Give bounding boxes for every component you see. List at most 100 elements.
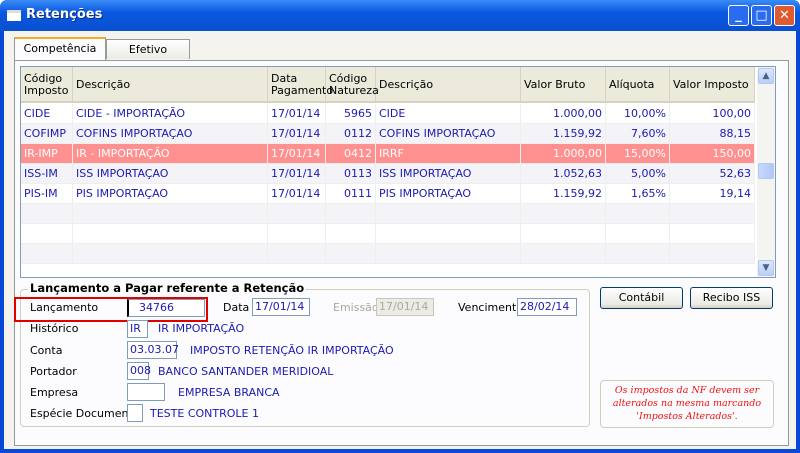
table-cell: 19,14	[670, 184, 755, 204]
column-header[interactable]: Alíquota	[606, 67, 670, 103]
table-cell: 7,60%	[606, 124, 670, 144]
table-cell	[73, 204, 268, 224]
empresa-desc: EMPRESA BRANCA	[178, 386, 280, 399]
table-cell: 17/01/14	[268, 124, 326, 144]
table-cell: 52,63	[670, 164, 755, 184]
scroll-up-icon[interactable]: ▲	[758, 68, 774, 84]
table-cell	[521, 244, 606, 264]
title-bar[interactable]: Retenções _ □ ✕	[0, 0, 800, 31]
table-cell	[326, 244, 376, 264]
table-cell	[606, 224, 670, 244]
window-icon	[7, 10, 21, 21]
table-row[interactable]: CIDE CIDE - IMPORTAÇÃO 17/01/14 5965 CIDE 1.0…	[21, 104, 755, 124]
empty-row	[21, 204, 755, 224]
table-row[interactable]: PIS-IM PIS IMPORTAÇAO 17/01/14 0111 PIS IMPO…	[21, 184, 755, 204]
especie-input[interactable]	[127, 404, 143, 422]
impostos-note: Os impostos da NF devem ser alterados na…	[600, 380, 774, 428]
recibo-iss-button[interactable]: Recibo ISS	[690, 287, 773, 309]
table-cell	[670, 244, 755, 264]
table-cell	[73, 244, 268, 264]
table-cell	[21, 204, 73, 224]
table-cell: ISS IMPORTAÇAO	[73, 164, 268, 184]
column-header[interactable]: Descrição	[376, 67, 521, 103]
portador-desc: BANCO SANTANDER MERIDIOAL	[158, 365, 334, 378]
column-header[interactable]: Código Natureza	[326, 67, 379, 103]
table-cell: CIDE	[21, 104, 73, 124]
column-header[interactable]: Data Pagamento	[268, 67, 333, 103]
table-cell	[268, 244, 326, 264]
table-cell: 1.000,00	[521, 144, 606, 164]
data-input[interactable]: 17/01/14	[252, 298, 310, 316]
table-cell: COFIMP	[21, 124, 73, 144]
grid-header: Código Imposto Descrição Data Pagamento Cód…	[21, 67, 755, 103]
table-cell: 0113	[326, 164, 376, 184]
table-cell: CIDE	[376, 104, 521, 124]
table-cell	[268, 224, 326, 244]
conta-input[interactable]: 03.03.07	[127, 341, 179, 359]
column-header[interactable]: Valor Bruto	[521, 67, 606, 103]
tab-competencia[interactable]: Competência <<	[14, 37, 106, 74]
table-cell: PIS IMPORTAÇAO	[73, 184, 268, 204]
conta-label: Conta	[30, 344, 63, 357]
empresa-input[interactable]	[127, 383, 165, 401]
table-cell: 0412	[326, 144, 376, 164]
table-cell	[521, 204, 606, 224]
historico-input[interactable]: IR	[127, 320, 148, 338]
table-cell: 17/01/14	[268, 164, 326, 184]
maximize-button[interactable]: □	[751, 5, 772, 26]
data-label: Data	[223, 301, 250, 314]
close-button[interactable]: ✕	[774, 5, 795, 26]
vencimento-input[interactable]: 28/02/14	[517, 298, 577, 316]
table-cell	[670, 224, 755, 244]
table-cell: 0111	[326, 184, 376, 204]
portador-label: Portador	[30, 365, 77, 378]
table-cell: ISS IMPORTAÇAO	[376, 164, 521, 184]
table-cell: 17/01/14	[268, 104, 326, 124]
vertical-scrollbar[interactable]: ▲ ▼	[757, 67, 775, 277]
table-cell: COFINS IMPORTAÇAO	[376, 124, 521, 144]
table-cell: ISS-IM	[21, 164, 73, 184]
lancamento-input[interactable]: 34766	[127, 299, 205, 317]
table-cell	[21, 224, 73, 244]
column-header[interactable]: Código Imposto	[21, 67, 73, 103]
table-cell: 1.052,63	[521, 164, 606, 184]
table-cell	[521, 224, 606, 244]
vencimento-label: Vencimento	[458, 301, 524, 314]
table-cell: 1.159,92	[521, 124, 606, 144]
table-cell: 15,00%	[606, 144, 670, 164]
table-cell: 1.159,92	[521, 184, 606, 204]
table-cell	[376, 204, 521, 224]
table-cell: IR-IMP	[21, 144, 73, 164]
window: Retenções _ □ ✕ Competência << Efetivo C…	[0, 0, 800, 453]
table-cell	[73, 224, 268, 244]
table-cell: 100,00	[670, 104, 755, 124]
table-cell	[376, 244, 521, 264]
table-cell: IR - IMPORTAÇÃO	[73, 144, 268, 164]
column-header[interactable]: Valor Imposto	[670, 67, 755, 103]
table-cell	[376, 224, 521, 244]
empresa-label: Empresa	[30, 386, 79, 399]
table-cell	[606, 204, 670, 224]
portador-input[interactable]: 008	[127, 362, 151, 380]
scroll-down-icon[interactable]: ▼	[758, 260, 774, 276]
table-row[interactable]: ISS-IM ISS IMPORTAÇAO 17/01/14 0113 ISS IMPO…	[21, 164, 755, 184]
table-row[interactable]: COFIMP COFINS IMPORTAÇAO 17/01/14 0112 COFIN…	[21, 124, 755, 144]
especie-label: Espécie Documento	[30, 407, 140, 420]
table-cell: 5,00%	[606, 164, 670, 184]
tab-efetivo[interactable]: Efetivo	[106, 39, 190, 59]
contabil-button[interactable]: Contábil	[600, 287, 683, 309]
historico-label: Histórico	[30, 322, 79, 335]
scroll-thumb[interactable]	[758, 163, 774, 179]
table-cell: IRRF	[376, 144, 521, 164]
table-row[interactable]: IR-IMP IR - IMPORTAÇÃO 17/01/14 0412 IRRF 1.0…	[21, 144, 755, 164]
table-cell	[606, 244, 670, 264]
minimize-button[interactable]: _	[728, 5, 749, 26]
column-header[interactable]: Descrição	[73, 67, 268, 103]
table-cell	[326, 224, 376, 244]
group-title: Lançamento a Pagar referente a Retenção	[28, 281, 307, 295]
table-cell	[268, 204, 326, 224]
lancamento-label: Lançamento	[30, 301, 99, 314]
table-cell: 17/01/14	[268, 144, 326, 164]
empty-row	[21, 224, 755, 244]
retencoes-grid[interactable]: Código Imposto Descrição Data Pagamento Cód…	[20, 66, 776, 278]
